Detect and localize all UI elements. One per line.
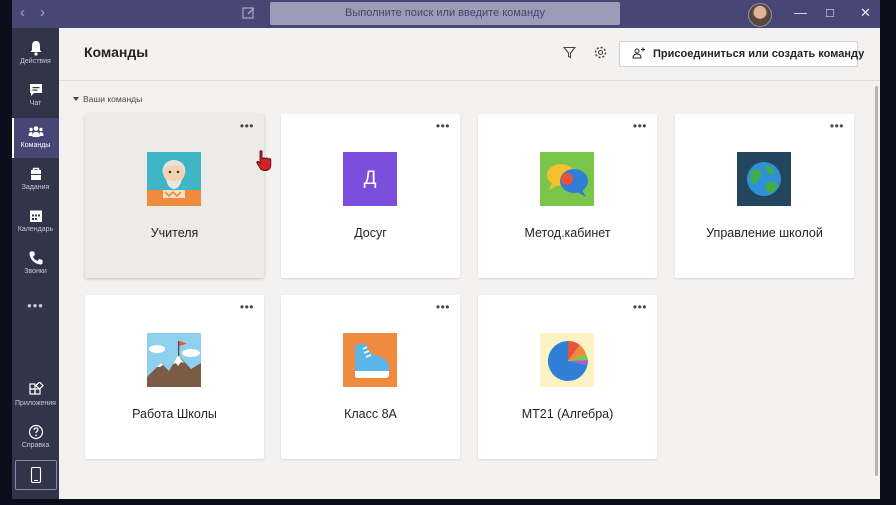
team-card-leisure[interactable]: ••• Д Досуг	[281, 114, 460, 278]
scrollbar[interactable]	[875, 86, 878, 476]
rail-label: Звонки	[24, 268, 47, 275]
rail-label: Команды	[20, 142, 51, 149]
teams-window: ‹ › Выполните поиск или введите команду …	[12, 0, 880, 499]
more-options-icon[interactable]: •••	[436, 301, 450, 313]
help-icon	[28, 424, 43, 440]
search-input[interactable]: Выполните поиск или введите команду	[270, 2, 620, 25]
rail-item-assignments[interactable]: Задания	[12, 160, 59, 200]
bell-icon	[30, 41, 41, 56]
page-title: Команды	[84, 44, 149, 60]
rail-label: Календарь	[17, 226, 54, 233]
teams-icon	[28, 126, 43, 137]
team-card-class-8a[interactable]: ••• Класс 8А	[281, 295, 460, 459]
rail-item-teams[interactable]: Команды	[12, 118, 59, 158]
compose-icon[interactable]	[242, 6, 256, 20]
app-rail: Действия Чат Команды Задания Календарь З…	[12, 28, 59, 499]
more-apps-icon[interactable]: •••	[12, 298, 59, 313]
rail-item-apps[interactable]: Приложения	[12, 376, 59, 416]
phone-device-icon	[30, 466, 42, 484]
caret-down-icon	[73, 97, 79, 101]
page-header: Команды Присоединиться или создать коман…	[59, 28, 880, 81]
team-card-teachers[interactable]: ••• Учителя	[85, 114, 264, 278]
hand-cursor-icon	[256, 150, 272, 171]
rail-item-activity[interactable]: Действия	[12, 34, 59, 74]
assignments-icon	[30, 167, 41, 180]
apps-icon	[28, 382, 44, 395]
team-name: Учителя	[150, 226, 199, 240]
gear-icon[interactable]	[594, 46, 607, 59]
rail-label: Чат	[29, 100, 42, 107]
letter-tile-icon: Д	[343, 152, 397, 206]
maximize-icon[interactable]: □	[826, 6, 834, 20]
sneaker-icon	[343, 333, 397, 387]
mobile-device-button[interactable]	[15, 460, 57, 490]
rail-label: Действия	[20, 58, 51, 65]
back-arrow-icon[interactable]: ‹	[20, 5, 25, 21]
more-options-icon[interactable]: •••	[436, 120, 450, 132]
rail-item-calendar[interactable]: Календарь	[12, 202, 59, 242]
title-bar: ‹ › Выполните поиск или введите команду …	[12, 0, 880, 28]
rail-item-chat[interactable]: Чат	[12, 76, 59, 116]
minimize-icon[interactable]: —	[794, 6, 807, 20]
calendar-icon	[29, 210, 42, 222]
rail-label: Справка	[21, 442, 50, 449]
add-team-icon	[632, 47, 645, 59]
team-name: Работа Школы	[132, 407, 217, 421]
team-name: МТ21 (Алгебра)	[521, 407, 614, 421]
section-label: Ваши команды	[83, 94, 143, 104]
chat-icon	[29, 84, 42, 96]
more-options-icon[interactable]: •••	[633, 301, 647, 313]
avatar[interactable]	[748, 3, 772, 27]
team-card-method-office[interactable]: ••• Метод.кабинет	[478, 114, 657, 278]
team-card-mt21-algebra[interactable]: ••• МТ21 (Алгебра)	[478, 295, 657, 459]
team-name: Досуг	[354, 226, 387, 240]
more-options-icon[interactable]: •••	[240, 301, 254, 313]
join-or-create-team-button[interactable]: Присоединиться или создать команду	[619, 41, 864, 67]
more-options-icon[interactable]: •••	[830, 120, 844, 132]
team-card-school-management[interactable]: ••• Управление школой	[675, 114, 854, 278]
close-icon[interactable]: ✕	[860, 6, 871, 20]
your-teams-section-toggle[interactable]: Ваши команды	[73, 94, 142, 104]
rail-item-calls[interactable]: Звонки	[12, 244, 59, 284]
rail-item-help[interactable]: Справка	[12, 418, 59, 458]
team-name: Метод.кабинет	[524, 226, 611, 240]
team-card-school-work[interactable]: ••• Работа Школы	[85, 295, 264, 459]
speech-bubbles-icon	[540, 152, 594, 206]
rail-label: Задания	[21, 184, 50, 191]
more-options-icon[interactable]: •••	[633, 120, 647, 132]
globe-icon	[737, 152, 791, 206]
join-button-label: Присоединиться или создать команду	[653, 48, 865, 60]
pie-chart-icon	[540, 333, 594, 387]
rail-label: Приложения	[15, 400, 56, 407]
filter-icon[interactable]	[563, 46, 576, 59]
team-name: Управление школой	[706, 226, 823, 240]
teacher-avatar-icon	[147, 152, 201, 206]
team-name: Класс 8А	[344, 407, 397, 421]
more-options-icon[interactable]: •••	[240, 120, 254, 132]
mountain-flag-icon	[147, 333, 201, 387]
phone-icon	[29, 251, 42, 265]
forward-arrow-icon[interactable]: ›	[40, 5, 45, 21]
